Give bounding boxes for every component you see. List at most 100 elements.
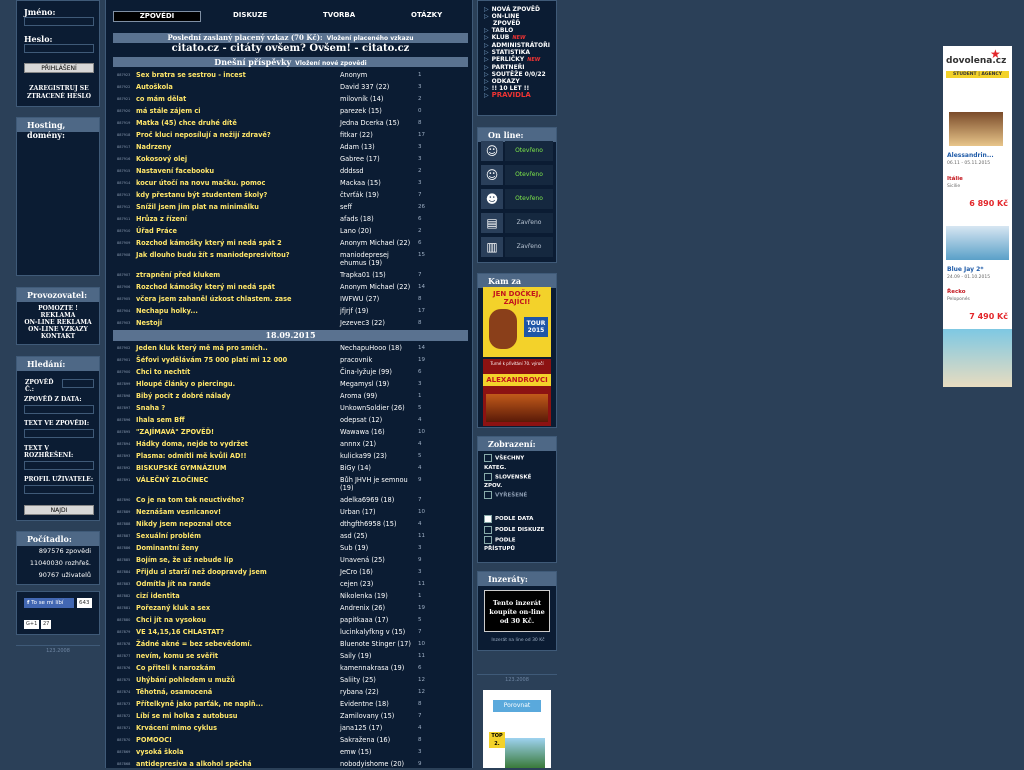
confession-title[interactable]: Neznášam vesnicanov! (136, 506, 221, 518)
confession-author[interactable]: UnkownSoldier (26) (340, 402, 405, 414)
provider-link-online-ads[interactable]: ON-LINE REKLAMA (17, 319, 99, 326)
confession-author[interactable]: Čina-lyžuje (99) (340, 366, 392, 378)
online-room[interactable]: ☺ Otevřeno (480, 140, 555, 162)
gplus-button[interactable]: G+1 (24, 620, 40, 629)
confession-row[interactable]: 887893 Plasma: odmítli mě kvůli AD!! kulic… (113, 450, 468, 462)
confession-row[interactable]: 887919 Matka (45) chce druhé dítě Jedna Dc… (113, 117, 468, 129)
name-input[interactable] (24, 17, 94, 26)
confession-title[interactable]: Úřad Práce (136, 225, 177, 237)
confession-author[interactable]: dthgfth6958 (15) (340, 518, 397, 530)
confession-author[interactable]: lucinkalyfkng v (15) (340, 626, 405, 638)
confession-row[interactable]: 887888 Nikdy jsem nepoznal otce dthgfth695… (113, 518, 468, 530)
confession-title[interactable]: Co přiteli k narozkám (136, 662, 216, 674)
confession-author[interactable]: Wawawa (16) (340, 426, 385, 438)
confession-title[interactable]: Chci to nechtít (136, 366, 190, 378)
confession-title[interactable]: Autoškola (136, 81, 173, 93)
confession-row[interactable]: 887901 Šéfovi vydělávám 75 000 platí mi 1… (113, 354, 468, 366)
filter-solved-checkbox[interactable] (484, 491, 492, 499)
confession-title[interactable]: Bibý pocit z dobré nálady (136, 390, 230, 402)
confession-title[interactable]: ztrapnění před klukem (136, 269, 220, 281)
right-nav-item[interactable]: ▷ SOUTĚŽE 0/0/22 (484, 71, 556, 78)
confession-author[interactable]: Sub (19) (340, 542, 368, 554)
paid-message-insert-link[interactable]: Vložení placeného vzkazu (327, 35, 414, 42)
confession-title[interactable]: Dominantní ženy (136, 542, 199, 554)
right-nav-item[interactable]: ▷ TABLO (484, 27, 556, 34)
confession-author[interactable]: Trapka01 (15) (340, 269, 386, 281)
paid-message-text[interactable]: citato.cz - citáty ovšem? Ovšem! - citat… (113, 43, 468, 54)
confession-author[interactable]: Adam (13) (340, 141, 375, 153)
new-confession-link[interactable]: Vložení nové zpovědi (295, 60, 367, 67)
confession-row[interactable]: 887906 Rozchod kámošky který mi nedá spát… (113, 281, 468, 293)
confession-row[interactable]: 887911 Hrůza z řízení afads (18) 6 (113, 213, 468, 225)
confession-row[interactable]: 887903 Nestojí Jezevec3 (22) 8 (113, 317, 468, 329)
confession-title[interactable]: Matka (45) chce druhé dítě (136, 117, 237, 129)
right-nav-item[interactable]: ▷ PRAVIDLA (484, 92, 556, 100)
confession-row[interactable]: 887910 Úřad Práce Lano (20) 2 (113, 225, 468, 237)
confession-author[interactable]: afads (18) (340, 213, 374, 225)
confession-author[interactable]: Unavená (25) (340, 554, 385, 566)
confession-author[interactable]: asd (25) (340, 530, 367, 542)
right-nav-item[interactable]: ZPOVĚĎ (484, 20, 556, 27)
confession-title[interactable]: Hrůza z řízení (136, 213, 187, 225)
confession-row[interactable]: 887871 Krvácení mimo cyklus jana125 (17) 4 (113, 722, 468, 734)
confession-row[interactable]: 887909 Rozchod kámošky který mi nedá spát… (113, 237, 468, 249)
online-room[interactable]: ▥ Zavřeno (480, 236, 555, 258)
confession-author[interactable]: Saliity (25) (340, 674, 376, 686)
confession-author[interactable]: pracovnik (340, 354, 372, 366)
confession-author[interactable]: Evidentne (18) (340, 698, 389, 710)
confession-row[interactable]: 887917 Nadrzeny Adam (13) 3 (113, 141, 468, 153)
confession-row[interactable]: 887882 cizí identita Nikolenka (19) 1 (113, 590, 468, 602)
confession-title[interactable]: Uhýbání pohledem u mužů (136, 674, 235, 686)
confession-title[interactable]: antidepresiva a alkohol spěchá (136, 758, 252, 770)
confession-row[interactable]: 887870 POMOOC! Sakražena (16) 8 (113, 734, 468, 746)
confession-row[interactable]: 887876 Co přiteli k narozkám kamennakrasa … (113, 662, 468, 674)
confession-author[interactable]: Gabree (17) (340, 153, 380, 165)
confession-row[interactable]: 887904 Nechapu holky... jfjrjf (19) 17 (113, 305, 468, 317)
confession-row[interactable]: 887880 Chci jít na vysokou papitkaaa (17) 5 (113, 614, 468, 626)
confession-author[interactable]: seff (340, 201, 352, 213)
dovolena-ad[interactable]: dovolena.cz ★ STUDENT | AGENCY Alessandr… (943, 46, 1012, 387)
confession-title[interactable]: VÁLEČNÝ ZLOČINEC (136, 474, 208, 486)
confession-title[interactable]: Jak dlouho budu žít s maniodepresivitou? (136, 249, 290, 261)
confession-title[interactable]: Co je na tom tak neuctivého? (136, 494, 244, 506)
confession-title[interactable]: Odmítla jít na rande (136, 578, 211, 590)
confession-row[interactable]: 887874 Těhotná, osamocená rybana (22) 12 (113, 686, 468, 698)
confession-author[interactable]: cejen (23) (340, 578, 373, 590)
confession-author[interactable]: kamennakrasa (19) (340, 662, 404, 674)
confession-title[interactable]: Sex bratra se sestrou - incest (136, 69, 246, 81)
confession-title[interactable]: "ZAJÍMAVÁ" ZPOVĚĎ! (136, 426, 214, 438)
confession-row[interactable]: 887878 Žádné akné = bez sebevědomí. Blueno… (113, 638, 468, 650)
confession-title[interactable]: Přítelkyně jako parťák, ne naplň... (136, 698, 263, 710)
search-date-input[interactable] (24, 405, 94, 414)
confession-title[interactable]: Krvácení mimo cyklus (136, 722, 217, 734)
confession-row[interactable]: 887890 Co je na tom tak neuctivého? adelka… (113, 494, 468, 506)
confession-title[interactable]: Líbí se mi holka z autobusu (136, 710, 237, 722)
forgot-password-link[interactable]: ZTRACENÉ HESLO (19, 93, 99, 100)
confession-title[interactable]: Proč kluci neposílují a nežijí zdravě? (136, 129, 271, 141)
confession-row[interactable]: 887884 Přijdu si starší než doopravdy jse… (113, 566, 468, 578)
right-nav-item[interactable]: ▷ ADMINISTRÁTOŘI (484, 42, 556, 49)
confession-author[interactable]: emw (15) (340, 746, 372, 758)
confession-row[interactable]: 887912 Snížil jsem jim plat na minimálku s… (113, 201, 468, 213)
confession-author[interactable]: NechapuHooo (18) (340, 342, 402, 354)
ad-zajici[interactable]: JEN DOČKEJ, ZAJÍCI! TOUR 2015 (483, 287, 551, 357)
confession-author[interactable]: milovník (14) (340, 93, 383, 105)
confession-title[interactable]: Kokosový olej (136, 153, 187, 165)
provider-link-ads[interactable]: REKLAMA (17, 312, 99, 319)
ad-box[interactable]: Tento inzerát koupíte on-line od 30 Kč. (484, 590, 550, 632)
sort-by-access[interactable]: PODLE PŘÍSTUPŮ (484, 536, 544, 553)
confession-row[interactable]: 887899 Hloupé články o piercingu. Megamysl… (113, 378, 468, 390)
confession-row[interactable]: 887872 Líbí se mi holka z autobusu Zamilov… (113, 710, 468, 722)
confession-title[interactable]: kdy přestanu být studentem školy? (136, 189, 267, 201)
confession-title[interactable]: má stále zájem ci (136, 105, 201, 117)
confession-title[interactable]: cizí identita (136, 590, 180, 602)
online-room[interactable]: ☻ Otevřeno (480, 188, 555, 210)
confession-author[interactable]: Nikolenka (19) (340, 590, 388, 602)
sort-by-discussion[interactable]: PODLE DISKUZE (484, 525, 544, 536)
confession-author[interactable]: annnx (21) (340, 438, 376, 450)
confession-row[interactable]: 887895 "ZAJÍMAVÁ" ZPOVĚĎ! Wawawa (16) 10 (113, 426, 468, 438)
confession-author[interactable]: Mackaa (15) (340, 177, 381, 189)
confession-title[interactable]: Žádné akné = bez sebevědomí. (136, 638, 252, 650)
confession-row[interactable]: 887898 Bibý pocit z dobré nálady Aroma (99… (113, 390, 468, 402)
confession-row[interactable]: 887896 Ihala sem Bff odepsat (12) 4 (113, 414, 468, 426)
